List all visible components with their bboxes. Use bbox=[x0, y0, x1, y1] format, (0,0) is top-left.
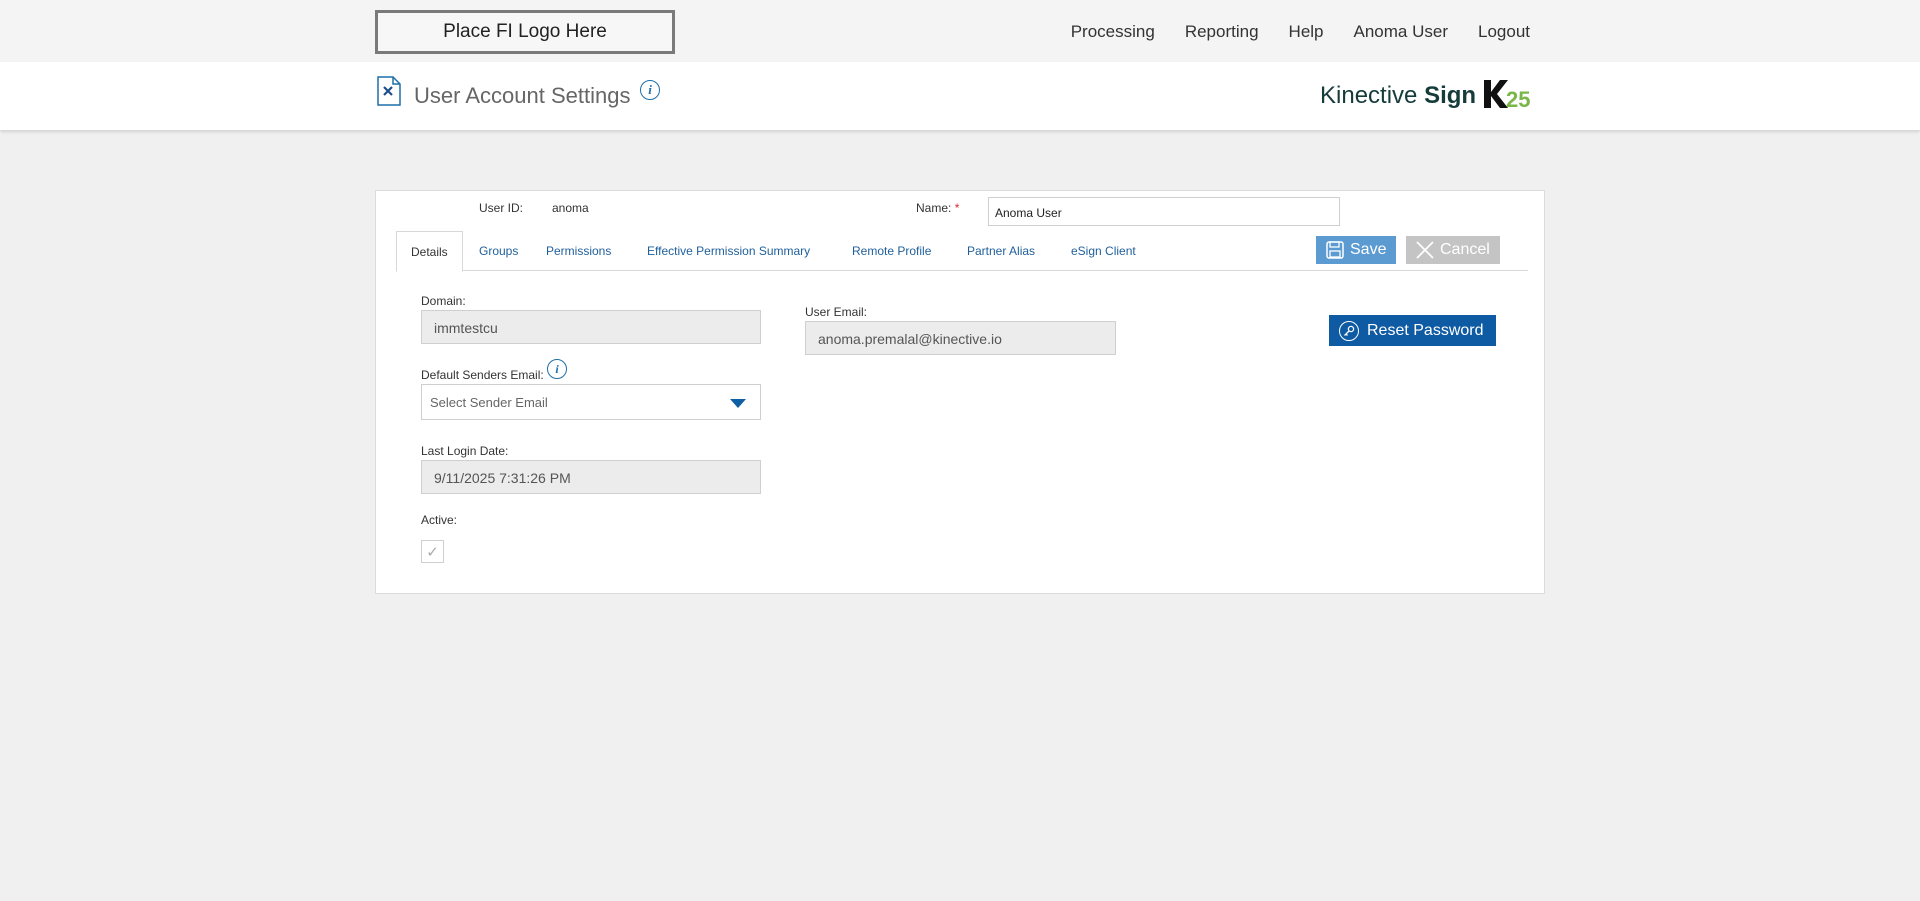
svg-text:25: 25 bbox=[1506, 87, 1530, 110]
info-icon[interactable]: i bbox=[640, 80, 660, 100]
active-label: Active: bbox=[421, 513, 458, 527]
reset-password-label: Reset Password bbox=[1367, 321, 1484, 339]
nav-user-menu[interactable]: Anoma User bbox=[1354, 22, 1448, 42]
key-icon bbox=[1339, 320, 1359, 341]
save-label: Save bbox=[1350, 241, 1387, 258]
save-icon bbox=[1326, 241, 1344, 259]
tab-remote-profile[interactable]: Remote Profile bbox=[838, 231, 945, 271]
last-login-date-field[interactable]: 9/11/2025 7:31:26 PM bbox=[421, 460, 761, 494]
top-bar: Place FI Logo Here Processing Reporting … bbox=[0, 0, 1920, 62]
close-icon bbox=[1416, 241, 1434, 259]
tab-details[interactable]: Details bbox=[396, 231, 463, 272]
user-email-label: User Email: bbox=[805, 305, 868, 319]
save-button[interactable]: Save bbox=[1316, 236, 1396, 264]
page-header: User Account Settings i Kinective Sign 2… bbox=[0, 62, 1920, 130]
page-title: User Account Settings bbox=[414, 83, 631, 108]
cancel-button[interactable]: Cancel bbox=[1406, 236, 1500, 264]
brand-logo-text: Kinective Sign bbox=[1320, 82, 1477, 109]
required-marker: * bbox=[954, 201, 960, 215]
default-senders-email-select[interactable]: Select Sender Email bbox=[421, 384, 761, 420]
tab-partner-alias[interactable]: Partner Alias bbox=[953, 231, 1049, 271]
user-id-label: User ID: bbox=[479, 201, 524, 215]
select-placeholder: Select Sender Email bbox=[430, 395, 548, 410]
fi-logo-placeholder: Place FI Logo Here bbox=[375, 10, 675, 54]
info-icon[interactable]: i bbox=[547, 359, 567, 379]
domain-label: Domain: bbox=[421, 294, 466, 308]
tab-permissions[interactable]: Permissions bbox=[532, 231, 625, 271]
user-settings-document-icon bbox=[377, 76, 401, 106]
reset-password-button[interactable]: Reset Password bbox=[1329, 315, 1496, 346]
user-account-panel: User ID: anoma Name: * Anoma User Detail… bbox=[375, 190, 1545, 594]
domain-field[interactable]: immtestcu bbox=[421, 310, 761, 344]
name-input[interactable]: Anoma User bbox=[988, 197, 1340, 226]
last-login-date-label: Last Login Date: bbox=[421, 444, 509, 458]
cancel-label: Cancel bbox=[1440, 241, 1490, 258]
top-nav: Processing Reporting Help Anoma User Log… bbox=[1071, 22, 1530, 42]
tab-esign-client[interactable]: eSign Client bbox=[1057, 231, 1150, 271]
default-senders-email-label: Default Senders Email: bbox=[421, 368, 544, 382]
user-email-field[interactable]: anoma.premalal@kinective.io bbox=[805, 321, 1116, 355]
chevron-down-icon bbox=[730, 399, 746, 408]
nav-processing[interactable]: Processing bbox=[1071, 22, 1155, 42]
k25-logo-icon: 25 bbox=[1484, 80, 1530, 110]
name-label: Name: * bbox=[916, 201, 960, 215]
tab-groups[interactable]: Groups bbox=[465, 231, 532, 271]
nav-logout[interactable]: Logout bbox=[1478, 22, 1530, 42]
nav-help[interactable]: Help bbox=[1289, 22, 1324, 42]
nav-reporting[interactable]: Reporting bbox=[1185, 22, 1259, 42]
tab-effective-permission-summary[interactable]: Effective Permission Summary bbox=[633, 231, 824, 271]
check-icon: ✓ bbox=[426, 543, 439, 561]
user-id-value: anoma bbox=[552, 201, 589, 215]
active-checkbox[interactable]: ✓ bbox=[421, 540, 444, 563]
